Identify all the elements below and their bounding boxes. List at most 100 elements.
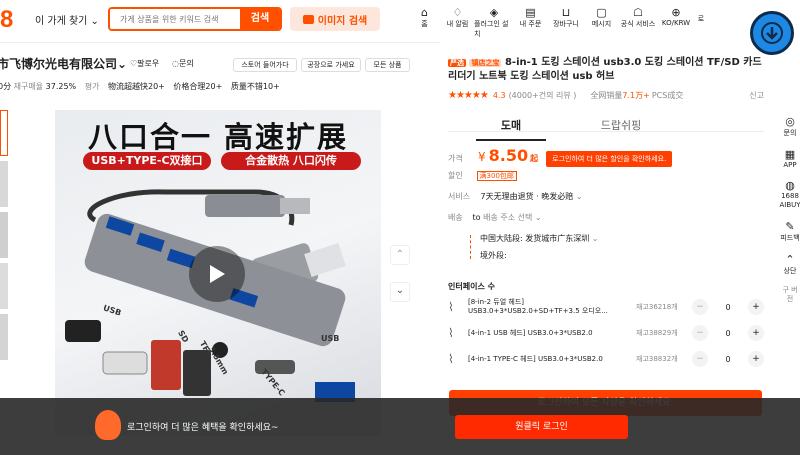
- origin-mainland[interactable]: 中国大陆段: 发货城市广东深圳 ⌄: [480, 233, 599, 244]
- qty-plus-button[interactable]: +: [748, 299, 764, 315]
- nav-cart[interactable]: ⊔ 장바구니: [547, 6, 585, 39]
- home-icon: ⌂: [421, 6, 428, 19]
- delivery-row: 배송 to 배송 주소 선택 ⌄: [448, 213, 542, 222]
- variant-list: ⌇ [8-in-2 듀얼 헤드] USB3.0+3*USB2.0+SD+TF+3…: [448, 296, 764, 370]
- right-sidebar: ◎ 문의 ▦ APP ◍ 1688 AIBUY ✎ 피드백 ⌃ 상단 구 버전: [779, 115, 800, 304]
- login-discount-button[interactable]: 로그인하여 더 많은 할인을 확인하세요.: [546, 151, 673, 167]
- nav-orders[interactable]: ▤ 내 주문: [514, 6, 547, 39]
- sidebar-old-version[interactable]: 구 버전: [780, 286, 800, 304]
- interface-label: 인터페이스 수: [448, 282, 495, 291]
- mascot-icon: [95, 410, 121, 440]
- store-name[interactable]: 市飞博尔光电有限公司⌄: [0, 55, 127, 72]
- variant-row: ⌇ [8-in-2 듀얼 헤드] USB3.0+3*USB2.0+SD+TF+3…: [448, 296, 764, 318]
- badge-treasure: 镇店之宝: [469, 59, 502, 67]
- login-banner: 로그인하여 더 많은 혜택을 확인하세요~ 원클릭 로그인: [0, 398, 800, 455]
- nav-language[interactable]: ⊕ KO/KRW: [658, 6, 694, 39]
- thumbnail[interactable]: [0, 314, 8, 360]
- enter-store-button[interactable]: 스토어 들어가다: [233, 58, 297, 72]
- sidebar-top[interactable]: ⌃ 상단: [780, 253, 800, 276]
- discount-row: 할인 满300包邮: [448, 170, 517, 181]
- inquiry-button[interactable]: ◌문의: [172, 58, 194, 69]
- nav-plugin[interactable]: ◈ 플러그인 설치: [474, 6, 514, 39]
- cable-icon: ⌇: [448, 352, 454, 366]
- logo[interactable]: 8: [0, 6, 13, 34]
- top-nav: ⌂ 홈 ♢ 내 알림 ◈ 플러그인 설치 ▤ 내 주문 ⊔ 장바구니 ▢ 메시지 ☖ 공식 서…: [408, 6, 708, 39]
- header: 8 이 가게 찾기 ⌄ 검색 이미지 검색 ⌂홈 ♢내 알림 ◈플러그인 설치 …: [0, 0, 800, 55]
- thumbnail[interactable]: [0, 263, 8, 309]
- camera-icon: [302, 14, 314, 24]
- chevron-down-icon: ⌄: [575, 192, 583, 201]
- origin-overseas: 境外段:: [480, 251, 507, 260]
- search-button[interactable]: 검색: [240, 9, 280, 29]
- cable-icon: ⌇: [448, 300, 454, 314]
- variant-row: ⌇ [4-in-1 USB 헤드] USB3.0+3*USB2.0 재고3882…: [448, 322, 764, 344]
- nav-service[interactable]: ☖ 공식 서비스: [618, 6, 658, 39]
- qty-plus-button[interactable]: +: [748, 325, 764, 341]
- one-click-login-button[interactable]: 원클릭 로그인: [455, 415, 628, 439]
- nav-messages[interactable]: ▢ 메시지: [585, 6, 618, 39]
- service-icon: ☖: [633, 6, 643, 19]
- thumbnail[interactable]: [0, 161, 8, 207]
- message-icon: ▢: [596, 6, 607, 19]
- chevron-up-icon: ⌃: [395, 249, 405, 260]
- star-rating: ★★★★★: [448, 90, 489, 101]
- sidebar-aibuy[interactable]: ◍ 1688 AIBUY: [779, 179, 800, 210]
- nav-notifications[interactable]: ♢ 내 알림: [441, 6, 474, 39]
- sidebar-app[interactable]: ▦ APP: [780, 148, 800, 169]
- label-usb-2: USB: [321, 334, 340, 343]
- chevron-down-icon: ⌄: [90, 16, 99, 27]
- orders-icon: ▤: [525, 6, 536, 19]
- cable-icon: ⌇: [448, 326, 454, 340]
- globe-icon: ⊕: [671, 6, 681, 19]
- sidebar-feedback[interactable]: ✎ 피드백: [780, 220, 800, 243]
- chat-icon: ◎: [785, 115, 795, 128]
- login-banner-text: 로그인하여 더 많은 혜택을 확인하세요~: [127, 423, 279, 433]
- thumbnail[interactable]: [0, 110, 8, 156]
- gallery-up-arrow[interactable]: ⌃: [390, 245, 410, 265]
- chat-bubble-icon: ◌: [172, 59, 179, 68]
- price-row: 가격 ¥ 8.50 起 로그인하여 더 많은 할인을 확인하세요.: [448, 146, 764, 167]
- feedback-icon: ✎: [785, 220, 795, 233]
- image-search-label: 이미지 검색: [317, 15, 368, 27]
- store-stats: 0分 재구매율 37.25% 평가 物流超越快20+ 价格合理20+ 质量不错1…: [0, 82, 280, 91]
- follow-button[interactable]: ♡팔로우: [130, 58, 159, 69]
- chevron-down-icon: ⌄: [534, 213, 542, 222]
- search-input[interactable]: [110, 9, 240, 29]
- qty-minus-button[interactable]: −: [692, 299, 708, 315]
- thumbnail[interactable]: [0, 212, 8, 258]
- image-banner-title: 八口合一 高速扩展: [87, 120, 349, 154]
- image-tag-left: USB+TYPE-C双接口: [83, 152, 211, 170]
- qty-minus-button[interactable]: −: [692, 351, 708, 367]
- main-product-image[interactable]: 八口合一 高速扩展 USB+TYPE-C双接口 合金散热 八口闪传 USB SD…: [55, 110, 381, 436]
- nav-home[interactable]: ⌂ 홈: [408, 6, 441, 39]
- review-count[interactable]: (4000+건의 리뷰 ): [509, 90, 577, 101]
- header-divider: [0, 42, 440, 43]
- service-row[interactable]: 서비스 7天无理由退货 · 晚发必赔 ⌄: [448, 191, 583, 202]
- chevron-down-icon: ⌄: [591, 234, 599, 243]
- aibuy-icon: ◍: [785, 179, 795, 192]
- download-button[interactable]: [750, 11, 794, 55]
- sidebar-inquiry[interactable]: ◎ 문의: [780, 115, 800, 138]
- image-search-button[interactable]: 이미지 검색: [290, 7, 380, 31]
- all-products-button[interactable]: 모든 상품: [365, 58, 410, 72]
- chevron-down-icon: ⌄: [117, 57, 128, 71]
- go-factory-button[interactable]: 공장으로 가세요: [301, 58, 361, 72]
- bell-icon: ♢: [452, 6, 463, 19]
- report-link[interactable]: 신고: [749, 90, 764, 101]
- rating-row: ★★★★★ 4.3 (4000+건의 리뷰 ) 全网销量 7.1万+ PCS成交…: [448, 90, 764, 101]
- delivery-address-select[interactable]: 배송 주소 선택: [483, 213, 532, 222]
- nav-login[interactable]: 로: [694, 6, 708, 39]
- qty-minus-button[interactable]: −: [692, 325, 708, 341]
- origin-bracket: [470, 235, 476, 259]
- qty-plus-button[interactable]: +: [748, 351, 764, 367]
- video-play-button[interactable]: [189, 246, 245, 302]
- price-value: 8.50: [488, 146, 529, 165]
- arrow-down-icon: [761, 22, 783, 44]
- tab-wholesale[interactable]: 도매: [476, 117, 546, 141]
- tab-dropshipping[interactable]: 드랍쉬핑: [586, 117, 656, 141]
- variant-row: ⌇ [4-in-1 TYPE-C 헤드] USB3.0+3*USB2.0 재고3…: [448, 348, 764, 370]
- product-title: 严选 镇店之宝 8-in-1 도킹 스테이션 usb3.0 도킹 스테이션 TF…: [448, 57, 762, 82]
- gallery-down-arrow[interactable]: ⌄: [390, 282, 410, 302]
- badge-strict: 严选: [448, 59, 466, 67]
- store-search-dropdown[interactable]: 이 가게 찾기 ⌄: [35, 12, 99, 27]
